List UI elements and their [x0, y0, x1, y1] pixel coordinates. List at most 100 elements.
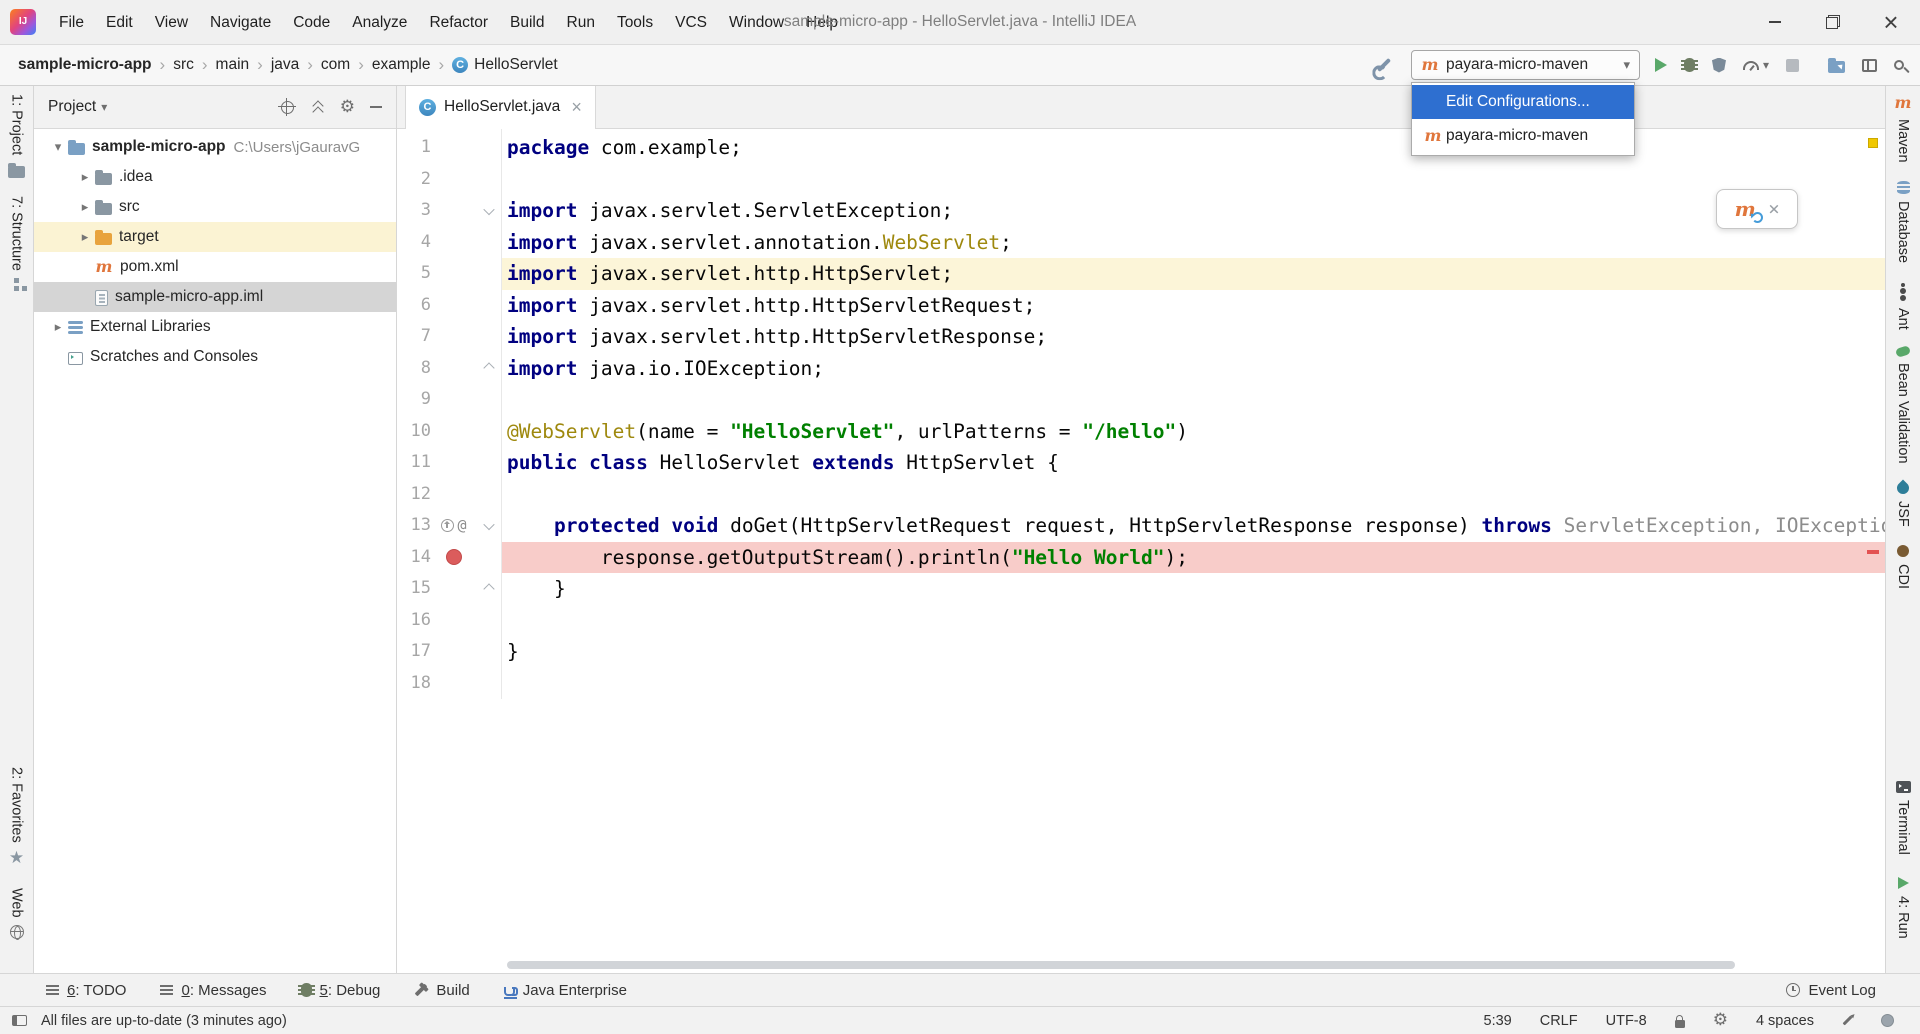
- error-stripe-warning-mark[interactable]: [1868, 138, 1878, 148]
- breadcrumb-item-helloservlet[interactable]: HelloServlet: [452, 56, 558, 74]
- toolwindow-toggle-icon[interactable]: [12, 1015, 27, 1026]
- indent-widget[interactable]: 4 spaces: [1756, 1013, 1814, 1029]
- code-line: 9: [397, 384, 1885, 416]
- encoding-widget[interactable]: UTF-8: [1606, 1013, 1647, 1029]
- tool-button-ant[interactable]: Ant: [1895, 281, 1911, 330]
- tool-button-bean-validation[interactable]: Bean Validation: [1895, 347, 1911, 464]
- coverage-button[interactable]: [1712, 58, 1726, 73]
- dropdown-item-payara-micro-maven[interactable]: payara-micro-maven: [1412, 119, 1634, 153]
- editor[interactable]: 1package com.example;23import javax.serv…: [397, 129, 1885, 973]
- menu-item-analyze[interactable]: Analyze: [341, 0, 418, 45]
- menu-item-refactor[interactable]: Refactor: [418, 0, 499, 45]
- breadcrumb-item-sample-micro-app[interactable]: sample-micro-app: [18, 56, 152, 74]
- menu-item-tools[interactable]: Tools: [606, 0, 664, 45]
- tool-button-jsf[interactable]: JSF: [1895, 482, 1911, 527]
- tool-button-label: Build: [436, 982, 469, 999]
- breadcrumb-item-com[interactable]: com: [321, 56, 350, 74]
- tree-item-idea[interactable]: ▸.idea: [34, 162, 396, 192]
- restore-button[interactable]: [1804, 0, 1862, 44]
- tree-item-external-libraries[interactable]: ▸External Libraries: [34, 312, 396, 342]
- horizontal-scrollbar[interactable]: [507, 961, 1735, 969]
- tool-button-0-messages[interactable]: 0: Messages: [160, 982, 266, 999]
- event-log-button[interactable]: Event Log: [1786, 982, 1876, 999]
- gear-icon[interactable]: ⚙: [1713, 1012, 1728, 1029]
- fold-start-icon[interactable]: [483, 204, 494, 215]
- error-stripe-breakpoint-mark[interactable]: [1867, 550, 1879, 554]
- editor-tab[interactable]: HelloServlet.java ×: [405, 86, 596, 128]
- maven-reload-popup: ×: [1716, 189, 1798, 229]
- tool-button-cdi[interactable]: CDI: [1895, 545, 1911, 589]
- tree-item-target[interactable]: ▸target: [34, 222, 396, 252]
- tool-button-build[interactable]: Build: [414, 982, 469, 999]
- profiler-button[interactable]: ▾: [1743, 58, 1769, 72]
- menu-item-file[interactable]: File: [48, 0, 95, 45]
- menu-item-vcs[interactable]: VCS: [664, 0, 718, 45]
- tool-button-1-project[interactable]: 1: Project: [8, 94, 25, 178]
- tree-item-scratches-and-consoles[interactable]: Scratches and Consoles: [34, 342, 396, 372]
- tool-button-5-debug[interactable]: 5: Debug: [301, 982, 381, 999]
- fold-end-icon[interactable]: [483, 363, 494, 374]
- breadcrumb-item-main[interactable]: main: [216, 56, 250, 74]
- tool-button-7-structure[interactable]: 7: Structure: [9, 196, 25, 293]
- menu-item-build[interactable]: Build: [499, 0, 555, 45]
- tool-button-terminal[interactable]: Terminal: [1895, 781, 1911, 855]
- hide-button[interactable]: [370, 100, 382, 114]
- breadcrumb-item-src[interactable]: src: [173, 56, 194, 74]
- tree-caret-icon[interactable]: ▸: [48, 319, 68, 335]
- close-icon[interactable]: ×: [571, 97, 582, 118]
- breadcrumb-item-example[interactable]: example: [372, 56, 431, 74]
- debug-button[interactable]: [1684, 58, 1695, 72]
- tool-button-java-enterprise[interactable]: Java Enterprise: [504, 982, 627, 999]
- project-pane-title[interactable]: Project ▾: [48, 98, 107, 116]
- run-button[interactable]: [1655, 58, 1667, 72]
- lock-icon[interactable]: [1675, 1020, 1685, 1028]
- hector-icon[interactable]: [1881, 1014, 1894, 1027]
- pen-icon[interactable]: [1843, 1016, 1853, 1026]
- tool-button-maven[interactable]: Maven: [1894, 94, 1912, 163]
- code-line: 14 response.getOutputStream().println("H…: [397, 542, 1885, 574]
- breadcrumb-item-java[interactable]: java: [271, 56, 299, 74]
- minimize-button[interactable]: [1746, 0, 1804, 44]
- fold-column: [477, 384, 501, 416]
- close-icon[interactable]: ×: [1768, 200, 1779, 219]
- menu-item-code[interactable]: Code: [282, 0, 341, 45]
- close-button[interactable]: ×: [1862, 0, 1920, 44]
- code-area: 1package com.example;23import javax.serv…: [397, 129, 1885, 699]
- tool-button-database[interactable]: Database: [1895, 181, 1911, 263]
- stop-button[interactable]: [1786, 59, 1799, 72]
- tool-button-web[interactable]: Web: [9, 888, 25, 939]
- tree-item-src[interactable]: ▸src: [34, 192, 396, 222]
- tool-button-4-run[interactable]: 4: Run: [1895, 877, 1911, 939]
- tool-button-6-todo[interactable]: 6: TODO: [46, 982, 126, 999]
- locate-button[interactable]: [279, 99, 296, 116]
- minimize-icon: [1769, 21, 1781, 23]
- settings-button[interactable]: ⚙: [340, 99, 355, 116]
- search-everywhere-button[interactable]: [1894, 60, 1904, 70]
- menu-item-view[interactable]: View: [144, 0, 199, 45]
- open-project-button[interactable]: [1828, 58, 1845, 73]
- tree-caret-icon[interactable]: ▸: [75, 229, 95, 245]
- wrench-icon[interactable]: [1377, 58, 1391, 72]
- dropdown-item-edit-configurations[interactable]: Edit Configurations...: [1412, 85, 1634, 119]
- tree-item-sample-micro-app[interactable]: ▾sample-micro-appC:\Users\jGauravG: [34, 132, 396, 162]
- tree-caret-icon[interactable]: ▸: [75, 199, 95, 215]
- tool-button-2-favorites[interactable]: 2: Favorites: [9, 767, 25, 867]
- editor-area: HelloServlet.java × 1package com.example…: [397, 86, 1885, 973]
- breakpoint-icon[interactable]: [446, 549, 462, 565]
- tree-caret-icon[interactable]: ▸: [75, 169, 95, 185]
- collapse-all-button[interactable]: [311, 100, 325, 114]
- run-config-combobox[interactable]: payara-micro-maven ▾ Edit Configurations…: [1411, 50, 1640, 80]
- layout-button[interactable]: [1862, 59, 1877, 72]
- menu-item-navigate[interactable]: Navigate: [199, 0, 282, 45]
- tree-item-pom-xml[interactable]: pom.xml: [34, 252, 396, 282]
- caret-position-widget[interactable]: 5:39: [1484, 1013, 1512, 1029]
- maven-sync-icon[interactable]: [1734, 198, 1756, 220]
- tree-caret-icon[interactable]: ▾: [48, 139, 68, 155]
- menu-item-run[interactable]: Run: [556, 0, 606, 45]
- line-separator-widget[interactable]: CRLF: [1540, 1013, 1578, 1029]
- tree-item-sample-micro-app-iml[interactable]: sample-micro-app.iml: [34, 282, 396, 312]
- fold-start-icon[interactable]: [483, 519, 494, 530]
- collapse-all-icon: [311, 100, 325, 114]
- fold-end-icon[interactable]: [483, 583, 494, 594]
- menu-item-edit[interactable]: Edit: [95, 0, 144, 45]
